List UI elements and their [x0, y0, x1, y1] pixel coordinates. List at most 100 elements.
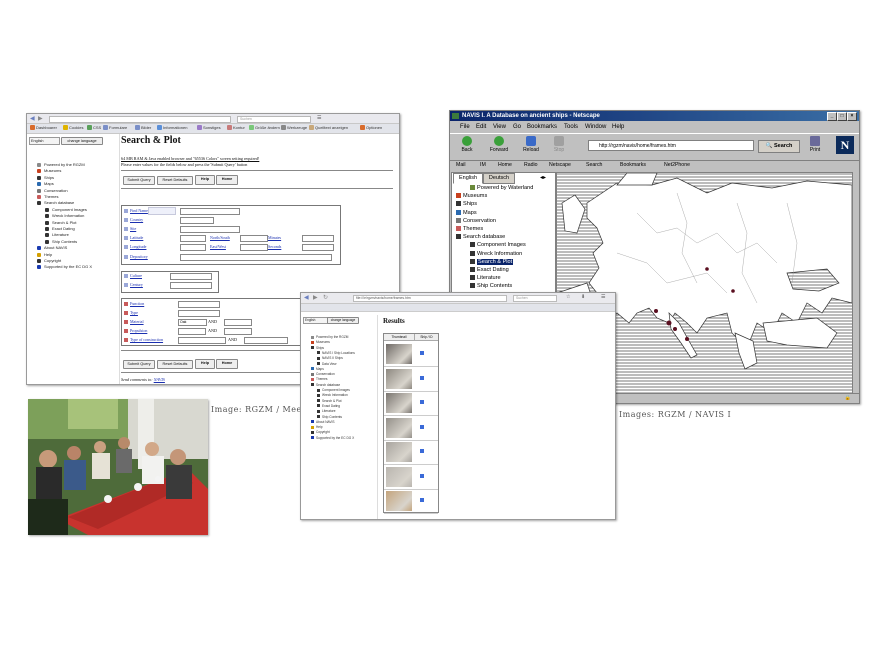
type-select[interactable]	[178, 310, 220, 317]
scroll-arrows-icon[interactable]: ◂▸	[540, 174, 546, 181]
reload-button[interactable]: Reload	[518, 135, 544, 153]
function-select[interactable]	[178, 301, 220, 308]
sidebar-item[interactable]: Component Images	[317, 388, 350, 392]
bookmark-item[interactable]: Größe ändern	[249, 125, 280, 130]
bookmark-item[interactable]: Werkzeuge	[281, 125, 307, 130]
download-icon[interactable]: ⬇	[581, 294, 585, 300]
table-row[interactable]	[384, 391, 438, 416]
menu-icon[interactable]: ☰	[601, 294, 605, 300]
personal-home[interactable]: Home	[498, 160, 512, 171]
tree-item[interactable]: Ship Contents	[470, 283, 512, 289]
material-label[interactable]: Material	[124, 318, 144, 325]
table-row[interactable]	[384, 416, 438, 441]
east-west-select[interactable]	[240, 244, 268, 251]
bookmark-item[interactable]: Informationen	[157, 125, 187, 130]
bookmark-item[interactable]: Sonstiges	[197, 125, 221, 130]
culture-label[interactable]: Culture	[124, 272, 142, 279]
table-row[interactable]	[384, 342, 438, 367]
menu-file[interactable]: File	[460, 122, 470, 132]
latitude-minutes-select[interactable]	[302, 235, 334, 242]
depository-select[interactable]	[180, 254, 332, 261]
table-row[interactable]	[384, 465, 438, 490]
east-west-label[interactable]: East/West	[210, 243, 226, 250]
stop-button[interactable]: Stop	[546, 135, 572, 153]
tree-item[interactable]: Search database	[456, 234, 505, 240]
sidebar-item[interactable]: Maps	[311, 367, 324, 371]
result-thumbnail[interactable]	[386, 417, 412, 438]
find-name-label[interactable]: Find Name	[124, 207, 148, 214]
sidebar-item[interactable]: Supported by the EC DG X	[311, 436, 354, 440]
sidebar-item[interactable]: Ships	[311, 346, 324, 350]
tree-item[interactable]: Museums	[456, 193, 487, 199]
personal-netscape[interactable]: Netscape	[549, 160, 571, 171]
latitude-degrees-select[interactable]	[180, 235, 206, 242]
back-icon[interactable]: ◀	[30, 115, 35, 122]
url-bar[interactable]: file:///e/rgzm/navis/home/frames.htm	[353, 295, 507, 302]
url-bar[interactable]: http://rgzm/navis/home/frames.htm	[588, 140, 754, 151]
reload-icon[interactable]: ↻	[323, 294, 328, 301]
menu-bookmarks[interactable]: Bookmarks	[527, 122, 557, 132]
longitude-seconds-select[interactable]	[302, 244, 334, 251]
language-select[interactable]: English	[29, 137, 60, 145]
star-icon[interactable]: ☆	[566, 294, 570, 300]
submit-query-button[interactable]: Submit Query	[123, 176, 155, 185]
search-input[interactable]: Suchen	[513, 295, 557, 302]
sidebar-item[interactable]: Search database	[311, 383, 340, 387]
tab-deutsch[interactable]: Deutsch	[483, 173, 515, 184]
culture-select[interactable]	[170, 273, 212, 280]
tree-item[interactable]: Themes	[456, 226, 483, 232]
sidebar-item[interactable]: Ships	[37, 175, 54, 180]
help-button-bottom[interactable]: Help	[195, 359, 215, 369]
function-label[interactable]: Function	[124, 300, 144, 307]
construction-type-select[interactable]	[178, 337, 226, 344]
result-thumbnail[interactable]	[386, 491, 412, 511]
sidebar-item[interactable]: Literature	[317, 409, 335, 413]
bookmark-item[interactable]: Optionen	[360, 125, 382, 130]
sidebar-item[interactable]: Exact Dating	[45, 226, 75, 231]
tab-english[interactable]: English	[453, 173, 483, 184]
sidebar-item[interactable]: Data View	[317, 362, 336, 366]
longitude-label[interactable]: Longitude	[124, 243, 146, 250]
sidebar-item[interactable]: Themes	[311, 377, 328, 381]
table-row[interactable]	[384, 440, 438, 465]
sidebar-item[interactable]: Ship Contents	[45, 239, 77, 244]
site-input[interactable]	[180, 226, 240, 233]
north-south-select[interactable]	[240, 235, 268, 242]
latitude-label[interactable]: Latitude	[124, 234, 143, 241]
site-label[interactable]: Site	[124, 225, 136, 232]
url-bar[interactable]	[49, 116, 231, 123]
sidebar-item[interactable]: Supported by the EC DG X	[37, 264, 92, 270]
home-button-bottom[interactable]: Home	[216, 359, 238, 369]
tree-item[interactable]: Search & Plot	[470, 258, 514, 265]
submit-query-button-bottom[interactable]: Submit Query	[123, 360, 155, 369]
tree-item[interactable]: Ships	[456, 201, 477, 207]
menu-help[interactable]: Help	[612, 122, 624, 132]
bookmark-item[interactable]: Bilder	[135, 125, 151, 130]
search-button[interactable]: 🔍 Search	[758, 140, 800, 153]
table-row[interactable]	[384, 367, 438, 392]
forward-button[interactable]: Forward	[486, 135, 512, 153]
sidebar-item[interactable]: About NAVIS	[311, 420, 335, 424]
result-thumbnail[interactable]	[386, 466, 412, 487]
print-button[interactable]: Print	[802, 135, 828, 153]
forward-icon[interactable]: ▶	[38, 115, 43, 122]
bookmark-item[interactable]: Formulare	[103, 125, 127, 130]
sidebar-item[interactable]: Component Images	[45, 207, 87, 212]
sidebar-item[interactable]: NAVIS II Ships	[317, 356, 343, 360]
sidebar-item[interactable]: Powered by the RGZM	[311, 335, 348, 339]
back-button[interactable]: Back	[454, 135, 480, 153]
result-link-icon[interactable]	[420, 498, 424, 502]
menu-tools[interactable]: Tools	[564, 122, 578, 132]
country-label[interactable]: Country	[124, 216, 143, 223]
table-row[interactable]	[384, 489, 438, 514]
bookmark-item[interactable]: CSS	[87, 125, 101, 130]
close-icon[interactable]: ×	[847, 112, 857, 121]
material-select[interactable]: Oak	[178, 319, 207, 326]
result-link-icon[interactable]	[420, 400, 424, 404]
sidebar-item[interactable]: Maps	[37, 181, 54, 187]
result-thumbnail[interactable]	[386, 368, 412, 389]
sidebar-item[interactable]: Search & Plot	[45, 220, 76, 225]
result-link-icon[interactable]	[420, 473, 424, 478]
tree-item[interactable]: Literature	[470, 275, 501, 281]
minutes-label[interactable]: Minutes	[268, 234, 281, 241]
